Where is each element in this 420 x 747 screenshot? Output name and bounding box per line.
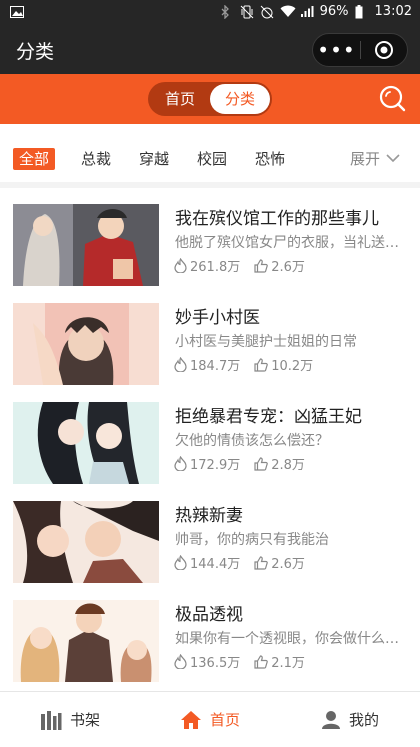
- likes-stat: 2.6万: [254, 256, 305, 275]
- close-button[interactable]: [361, 40, 407, 60]
- title-bar: 分类 •••: [0, 26, 420, 74]
- comic-stats: 136.5万 2.1万: [174, 652, 319, 671]
- comic-item[interactable]: 我在殡仪馆工作的那些事儿 他脱了殡仪馆女尸的衣服，当礼送… 261.8万 2.6…: [0, 194, 420, 293]
- bottom-tab-bar: 书架 首页 我的: [0, 691, 420, 747]
- comic-cover: [13, 303, 159, 385]
- signal-icon: [300, 5, 314, 19]
- views-count: 261.8万: [190, 260, 241, 275]
- bluetooth-icon: [220, 3, 234, 20]
- expand-button[interactable]: 展开: [350, 148, 400, 169]
- tab-mine[interactable]: 我的: [280, 692, 420, 747]
- wifi-icon: [280, 5, 296, 19]
- category-ceo[interactable]: 总裁: [81, 148, 111, 170]
- chevron-down-icon: [386, 154, 400, 163]
- fire-icon: [174, 555, 187, 570]
- category-time-travel[interactable]: 穿越: [139, 148, 169, 170]
- alarm-off-icon: [260, 5, 274, 19]
- tab-home-bottom[interactable]: 首页: [140, 692, 280, 747]
- likes-stat: 10.2万: [254, 355, 313, 374]
- clock: 13:02: [374, 4, 412, 19]
- comic-item[interactable]: 拒绝暴君专宠：凶猛王妃 欠他的情债该怎么偿还？ 172.9万 2.8万: [0, 392, 420, 491]
- comic-desc: 如果你有一个透视眼，你会做什么…: [175, 631, 399, 647]
- likes-count: 2.1万: [271, 656, 305, 671]
- search-icon: [379, 85, 406, 112]
- views-count: 172.9万: [190, 458, 241, 473]
- comic-title: 拒绝暴君专宠：凶猛王妃: [175, 407, 362, 427]
- views-stat: 136.5万: [174, 652, 240, 671]
- home-category-toggle: 首页 分类: [148, 82, 272, 116]
- tab-bookshelf-label: 书架: [69, 711, 100, 729]
- page-title: 分类: [16, 41, 55, 63]
- likes-stat: 2.1万: [254, 652, 305, 671]
- fire-icon: [174, 357, 187, 372]
- likes-stat: 2.6万: [254, 553, 305, 572]
- category-all[interactable]: 全部: [13, 148, 56, 170]
- comic-item[interactable]: 妙手小村医 小村医与美腿护士姐姐的日常 184.7万 10.2万: [0, 293, 420, 392]
- battery-icon: [355, 4, 369, 19]
- search-button[interactable]: [378, 84, 406, 112]
- thumbs-up-icon: [254, 456, 269, 471]
- likes-count: 2.6万: [271, 260, 305, 275]
- comic-desc: 欠他的情债该怎么偿还？: [175, 433, 329, 449]
- tab-home-label: 首页: [209, 711, 240, 729]
- vibrate-icon: [240, 5, 254, 19]
- thumbs-up-icon: [254, 357, 269, 372]
- status-bar: 96% 13:02: [0, 0, 420, 26]
- comic-desc: 他脱了殡仪馆女尸的衣服，当礼送…: [175, 235, 399, 251]
- expand-label: 展开: [349, 150, 380, 168]
- category-filter-bar: 全部 总裁 穿越 校园 恐怖 展开: [0, 124, 420, 188]
- comic-cover: [13, 204, 159, 286]
- views-count: 144.4万: [190, 557, 241, 572]
- thumbs-up-icon: [254, 555, 269, 570]
- target-icon: [374, 41, 393, 59]
- views-stat: 261.8万: [174, 256, 240, 275]
- top-nav-bar: 首页 分类: [0, 74, 420, 124]
- tab-bookshelf[interactable]: 书架: [0, 692, 140, 747]
- tab-home[interactable]: 首页: [150, 84, 210, 114]
- comic-title: 我在殡仪馆工作的那些事儿: [175, 209, 379, 229]
- comic-desc: 帅哥，你的病只有我能治: [175, 532, 329, 548]
- mini-program-capsule: •••: [312, 33, 408, 67]
- likes-stat: 2.8万: [254, 454, 305, 473]
- views-stat: 172.9万: [174, 454, 240, 473]
- comic-stats: 172.9万 2.8万: [174, 454, 319, 473]
- battery-percent: 96%: [319, 4, 349, 19]
- comic-title: 热辣新妻: [175, 506, 243, 526]
- views-count: 136.5万: [190, 656, 241, 671]
- views-stat: 144.4万: [174, 553, 240, 572]
- thumbs-up-icon: [254, 258, 269, 273]
- bookshelf-icon: [40, 710, 62, 730]
- comic-title: 妙手小村医: [175, 308, 260, 328]
- fire-icon: [174, 456, 187, 471]
- comic-stats: 144.4万 2.6万: [174, 553, 319, 572]
- views-stat: 184.7万: [174, 355, 240, 374]
- comic-desc: 小村医与美腿护士姐姐的日常: [175, 334, 357, 350]
- likes-count: 10.2万: [271, 359, 314, 374]
- comic-item[interactable]: 热辣新妻 帅哥，你的病只有我能治 144.4万 2.6万: [0, 491, 420, 590]
- likes-count: 2.6万: [271, 557, 305, 572]
- comic-stats: 184.7万 10.2万: [174, 355, 327, 374]
- thumbs-up-icon: [254, 654, 269, 669]
- user-icon: [321, 710, 340, 729]
- more-button[interactable]: •••: [313, 35, 360, 65]
- likes-count: 2.8万: [271, 458, 305, 473]
- fire-icon: [174, 258, 187, 273]
- comic-cover: [13, 501, 159, 583]
- category-horror[interactable]: 恐怖: [255, 148, 285, 170]
- tab-category[interactable]: 分类: [210, 84, 270, 114]
- comic-list: 我在殡仪馆工作的那些事儿 他脱了殡仪馆女尸的衣服，当礼送… 261.8万 2.6…: [0, 194, 420, 689]
- category-campus[interactable]: 校园: [197, 148, 227, 170]
- comic-cover: [13, 402, 159, 484]
- comic-title: 极品透视: [175, 605, 243, 625]
- views-count: 184.7万: [190, 359, 241, 374]
- comic-stats: 261.8万 2.6万: [174, 256, 319, 275]
- tab-mine-label: 我的: [348, 711, 379, 729]
- comic-cover: [13, 600, 159, 682]
- fire-icon: [174, 654, 187, 669]
- gallery-icon: [10, 6, 24, 22]
- home-icon: [180, 710, 201, 729]
- comic-item[interactable]: 极品透视 如果你有一个透视眼，你会做什么… 136.5万 2.1万: [0, 590, 420, 689]
